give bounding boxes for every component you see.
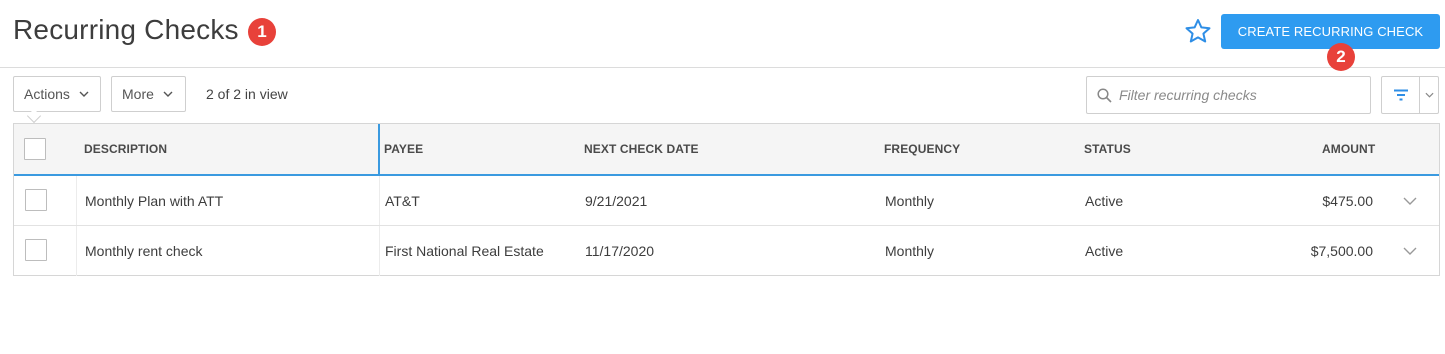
- chevron-down-icon: [163, 91, 173, 97]
- table-row[interactable]: Monthly rent check First National Real E…: [14, 226, 1439, 276]
- filter-input[interactable]: [1117, 78, 1362, 112]
- more-dropdown[interactable]: More: [111, 76, 186, 112]
- cell-amount: $475.00: [1322, 193, 1373, 209]
- recurring-checks-table: DESCRIPTION PAYEE NEXT CHECK DATE FREQUE…: [13, 123, 1440, 276]
- cell-frequency: Monthly: [885, 193, 935, 209]
- cell-separator: [379, 226, 380, 276]
- table-header: DESCRIPTION PAYEE NEXT CHECK DATE FREQUE…: [14, 124, 1439, 176]
- cell-separator: [76, 226, 77, 276]
- column-resizer[interactable]: [378, 124, 380, 176]
- column-header-description[interactable]: DESCRIPTION: [84, 142, 167, 156]
- cell-payee: First National Real Estate: [385, 243, 544, 259]
- cell-amount: $7,500.00: [1310, 243, 1373, 259]
- star-icon[interactable]: [1184, 18, 1212, 44]
- chevron-down-icon[interactable]: [1403, 247, 1417, 255]
- actions-dropdown[interactable]: Actions: [13, 76, 101, 112]
- actions-label: Actions: [24, 86, 70, 102]
- cell-separator: [76, 176, 77, 225]
- chevron-down-icon: [1424, 92, 1434, 98]
- chevron-down-icon[interactable]: [1403, 197, 1417, 205]
- cell-next-check-date: 9/21/2021: [585, 193, 648, 209]
- row-checkbox[interactable]: [25, 189, 47, 211]
- table-row[interactable]: Monthly Plan with ATT AT&T 9/21/2021 Mon…: [14, 176, 1439, 226]
- column-header-payee[interactable]: PAYEE: [384, 142, 423, 156]
- page-title: Recurring Checks: [13, 14, 239, 45]
- cell-status: Active: [1085, 243, 1124, 259]
- cell-next-check-date: 11/17/2020: [585, 243, 655, 259]
- filter-icon: [1393, 89, 1408, 101]
- view-count: 2 of 2 in view: [206, 86, 288, 102]
- filter-button[interactable]: [1382, 77, 1420, 113]
- filter-field[interactable]: [1086, 76, 1371, 114]
- cell-description: Monthly Plan with ATT: [85, 193, 224, 209]
- cell-frequency: Monthly: [885, 243, 935, 259]
- cell-description: Monthly rent check: [85, 243, 203, 259]
- column-header-frequency[interactable]: FREQUENCY: [884, 142, 960, 156]
- column-header-amount[interactable]: AMOUNT: [1322, 142, 1375, 156]
- filter-options[interactable]: [1381, 76, 1439, 114]
- row-checkbox[interactable]: [25, 239, 47, 261]
- cell-payee: AT&T: [385, 193, 420, 209]
- cell-separator: [379, 176, 380, 225]
- column-header-next-check-date[interactable]: NEXT CHECK DATE: [584, 142, 699, 156]
- column-header-status[interactable]: STATUS: [1084, 142, 1131, 156]
- create-recurring-check-button[interactable]: CREATE RECURRING CHECK: [1221, 14, 1440, 49]
- select-all-checkbox[interactable]: [24, 138, 46, 160]
- more-label: More: [122, 86, 154, 102]
- chevron-down-icon: [79, 91, 89, 97]
- header-divider: [0, 67, 1445, 68]
- filter-menu-toggle[interactable]: [1420, 77, 1438, 113]
- search-icon: [1097, 88, 1112, 103]
- cell-status: Active: [1085, 193, 1124, 209]
- annotation-badge-2: 2: [1327, 43, 1355, 71]
- annotation-badge-1: 1: [248, 18, 276, 46]
